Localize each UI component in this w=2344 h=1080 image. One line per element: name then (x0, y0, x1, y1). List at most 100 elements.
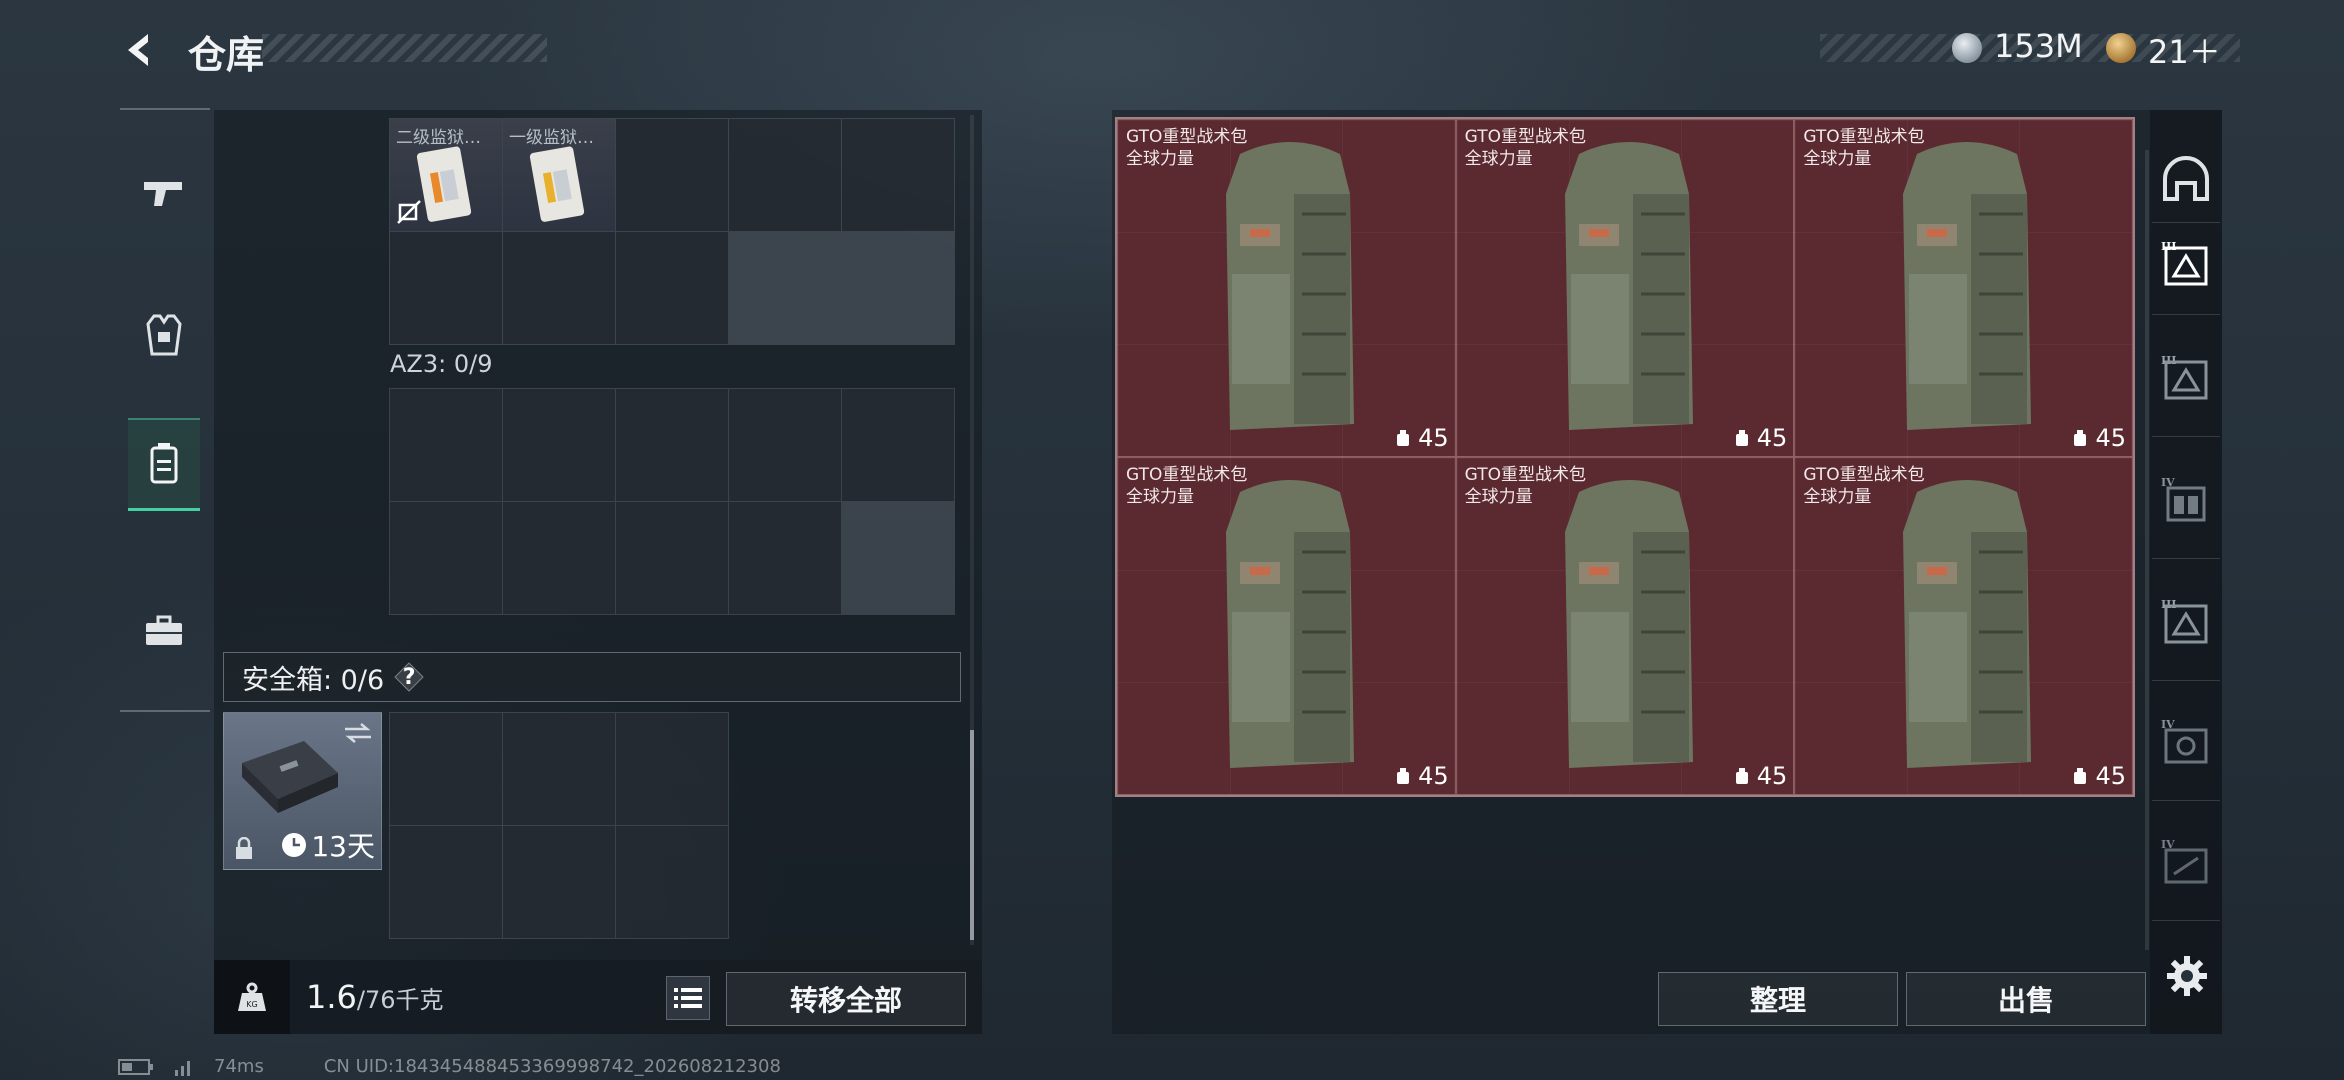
help-button[interactable]: ? (394, 662, 424, 692)
inventory-slot[interactable] (616, 826, 728, 938)
inventory-slot[interactable] (616, 232, 728, 344)
backpack-image-icon (1903, 480, 2032, 768)
tabbar-top-line (120, 108, 210, 110)
gold-currency-value[interactable]: 21＋ (2148, 27, 2221, 73)
tab-container-helmet[interactable] (2156, 144, 2216, 214)
inventory-slot[interactable] (503, 502, 615, 614)
capacity-icon (2074, 768, 2087, 784)
backpack-item[interactable]: GTO重型战术包 全球力量 45 (1117, 457, 1456, 795)
armor-vest-icon (146, 314, 182, 356)
inventory-slot[interactable] (390, 389, 502, 501)
backpack-item[interactable]: GTO重型战术包 全球力量 45 (1455, 119, 1795, 457)
backpack-grid: GTO重型战术包 全球力量 45 GTO重型战术包 全球力量 45 GTO重型战… (1115, 117, 2135, 797)
pocket-grid: 二级监狱… 一级监狱… (389, 118, 955, 345)
inventory-slot[interactable] (616, 502, 728, 614)
backpack-tier-icon: III (2161, 598, 2208, 644)
safe-box-grid (389, 712, 729, 939)
tab-separator (2152, 436, 2220, 437)
backpack-item[interactable]: GTO重型战术包 全球力量 45 (1794, 119, 2133, 457)
left-scrollbar-thumb[interactable] (970, 730, 974, 940)
inventory-slot[interactable] (616, 119, 728, 231)
weight-indicator: KG (214, 960, 290, 1034)
tab-container-tier3[interactable]: III (2156, 342, 2216, 412)
tab-backpack[interactable] (128, 418, 200, 511)
backpack-item[interactable]: GTO重型战术包 全球力量 45 (1455, 457, 1795, 795)
inventory-slot[interactable] (390, 826, 502, 938)
sell-button[interactable]: 出售 (1906, 972, 2146, 1026)
keycard-icon (529, 146, 585, 222)
transfer-all-button[interactable]: 转移全部 (726, 972, 966, 1026)
empty-space (729, 232, 841, 344)
ping-readout: 74ms (214, 1056, 264, 1077)
inventory-slot[interactable] (616, 713, 728, 825)
backpack-count: 45 (1756, 424, 1788, 452)
inventory-slot[interactable]: 一级监狱… (503, 119, 615, 231)
inventory-slot[interactable]: 二级监狱… (390, 119, 502, 231)
inventory-slot[interactable] (729, 502, 841, 614)
tab-separator (2152, 680, 2220, 681)
tab-container-tier4-b[interactable]: IV (2156, 706, 2216, 776)
backpack-item[interactable]: GTO重型战术包 全球力量 45 (1794, 457, 2133, 795)
tab-separator (2152, 222, 2220, 223)
backpack-capacity: 45 (2071, 762, 2126, 790)
clock-icon (282, 833, 307, 857)
title-decoration (262, 34, 547, 62)
inventory-slot[interactable] (729, 119, 841, 231)
tab-separator (2152, 920, 2220, 921)
weight-icon: KG (238, 982, 266, 1011)
safe-case-item[interactable]: 13天 (223, 712, 382, 870)
inventory-slot[interactable] (503, 826, 615, 938)
chest-rig-tier-icon: IV (2161, 476, 2206, 522)
az3-grid (389, 388, 955, 615)
inventory-slot[interactable] (503, 713, 615, 825)
swap-icon[interactable] (343, 721, 373, 745)
inventory-slot[interactable] (729, 389, 841, 501)
organize-button[interactable]: 整理 (1658, 972, 1898, 1026)
pistol-icon (144, 182, 182, 206)
inventory-slot[interactable] (390, 232, 502, 344)
tab-case[interactable] (128, 586, 200, 676)
helmet-icon (2163, 156, 2209, 201)
settings-button[interactable] (2165, 954, 2209, 998)
inventory-slot[interactable] (390, 713, 502, 825)
right-scrollbar[interactable] (2145, 150, 2149, 950)
inventory-slot[interactable] (390, 502, 502, 614)
inventory-slot[interactable] (503, 232, 615, 344)
keycard-item[interactable]: 二级监狱… (390, 119, 502, 231)
safe-box-header: 安全箱: 0/6 ? (223, 652, 961, 702)
backpack-count: 45 (1418, 424, 1449, 452)
backpack-tier-icon: IV (2161, 838, 2208, 884)
list-view-button[interactable] (666, 976, 710, 1020)
backpack-count: 45 (1756, 762, 1788, 790)
tab-separator (2152, 800, 2220, 801)
inventory-slot[interactable] (842, 389, 954, 501)
backpack-capacity: 45 (1733, 762, 1788, 790)
inventory-slot[interactable] (842, 119, 954, 231)
capacity-icon (2074, 430, 2087, 446)
weight-capacity: /76千克 (356, 986, 444, 1014)
tab-separator (2152, 558, 2220, 559)
empty-space (842, 502, 954, 614)
user-uid: CN UID:1843454884533699987​42_2026082123… (323, 1056, 781, 1077)
back-button[interactable] (118, 28, 162, 72)
signal-icon (175, 1060, 190, 1076)
safe-box-label: 安全箱: 0/6 (242, 664, 385, 696)
gear-icon (2167, 956, 2207, 996)
inventory-slot[interactable] (616, 389, 728, 501)
backpack-item[interactable]: GTO重型战术包 全球力量 45 (1117, 119, 1456, 457)
weight-readout: 1.6/76千克 (306, 978, 444, 1016)
no-transfer-icon (397, 200, 421, 224)
inventory-slot[interactable] (503, 389, 615, 501)
lock-icon (236, 837, 252, 859)
tab-container-tier3-b[interactable]: III (2156, 586, 2216, 656)
tabbar-bottom-line (120, 710, 210, 712)
keycard-item[interactable]: 一级监狱… (503, 119, 615, 231)
tab-weapons[interactable] (128, 148, 200, 238)
empty-space (842, 232, 954, 344)
silver-coin-icon (1952, 33, 1982, 63)
tab-container-tier4[interactable]: IV (2156, 464, 2216, 534)
capacity-icon (1735, 768, 1748, 784)
tab-armor[interactable] (128, 290, 200, 380)
tab-container-tier3-active[interactable]: III (2156, 228, 2216, 298)
tab-container-tier4-c[interactable]: IV (2156, 826, 2216, 896)
